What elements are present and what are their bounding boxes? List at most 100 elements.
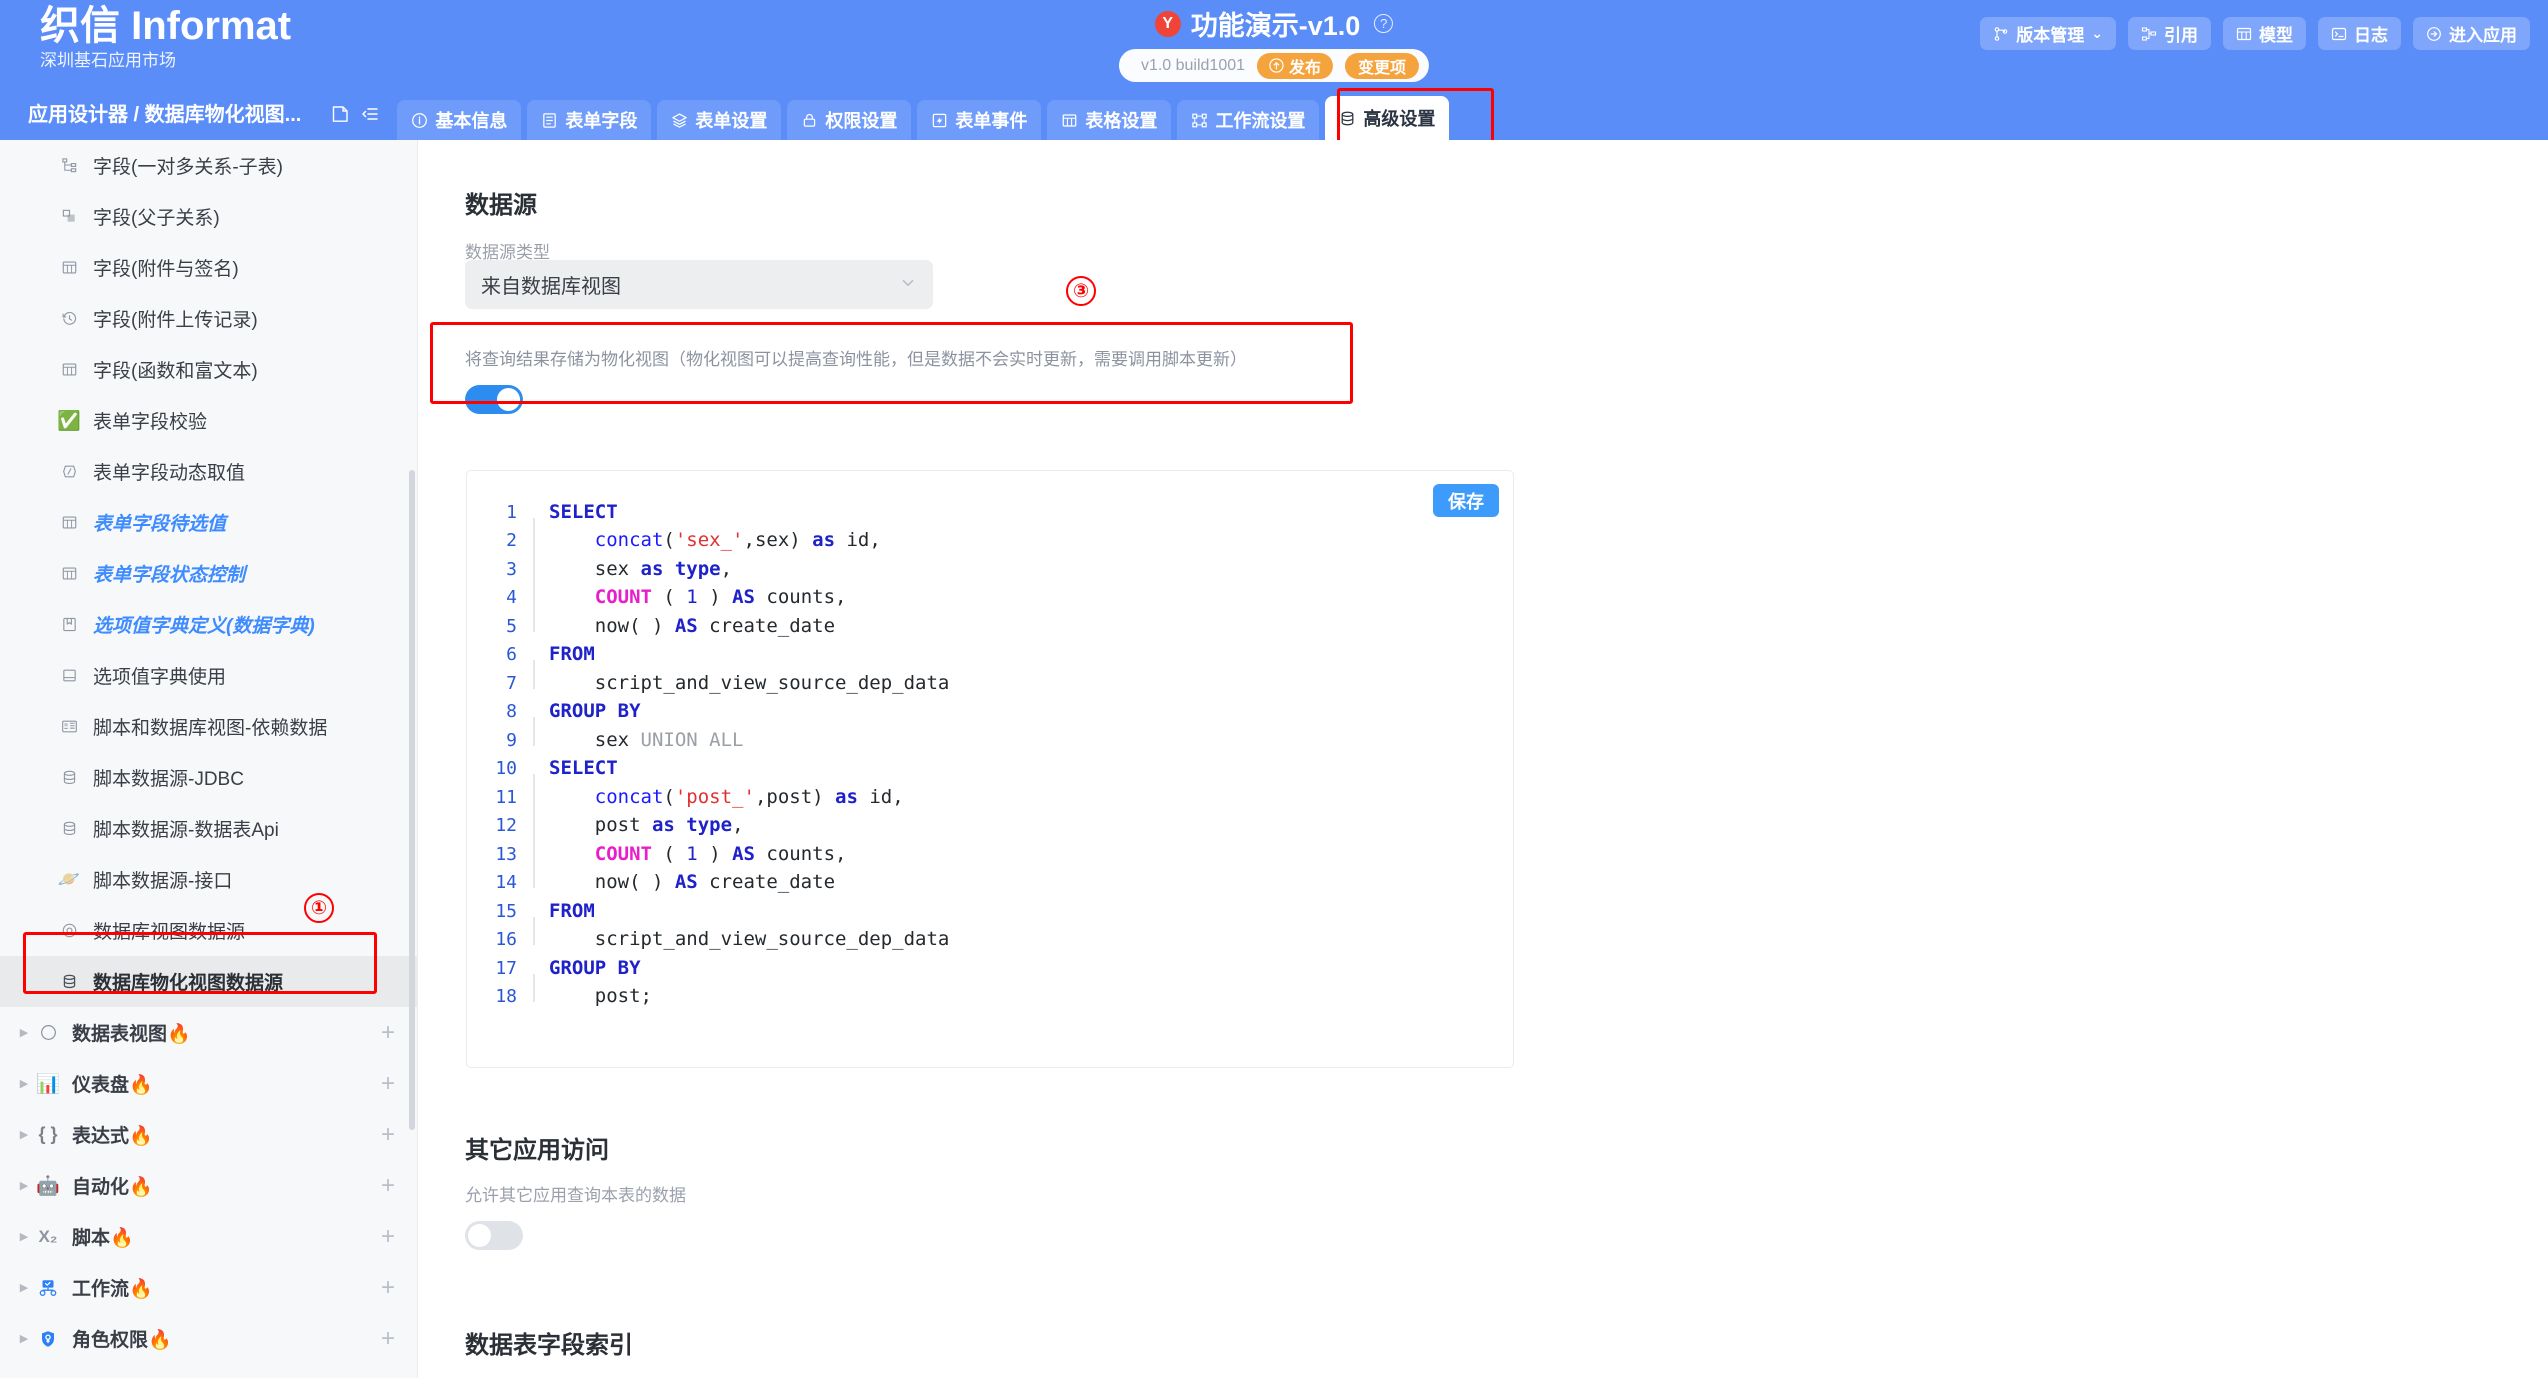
line-number: 11 xyxy=(495,786,517,808)
sidebar-item-form-field-candidate-value[interactable]: 表单字段待选值 xyxy=(0,497,417,548)
sql-code-line: 2 concat('sex_',sex) as id, xyxy=(467,517,1513,551)
chevron-right-icon[interactable]: ▶ xyxy=(14,1128,34,1141)
other-app-access-toggle[interactable] xyxy=(465,1221,523,1250)
chevron-right-icon[interactable]: ▶ xyxy=(14,1332,34,1345)
sidebar-item-form-field-validation[interactable]: ✅ 表单字段校验 xyxy=(0,395,417,446)
sidebar-group-role-permission[interactable]: ▶ 角色权限🔥 + xyxy=(0,1313,417,1364)
question-circle-icon[interactable]: ? xyxy=(1374,14,1394,33)
tab-label: 表单事件 xyxy=(955,111,1028,131)
add-icon[interactable]: + xyxy=(381,1223,395,1251)
lock-icon xyxy=(804,113,816,127)
tab-form-events[interactable]: 表单事件 xyxy=(917,100,1042,140)
publish-button[interactable]: 发布 xyxy=(1257,52,1334,79)
shield-icon xyxy=(34,1329,62,1349)
eye-icon xyxy=(34,1023,62,1042)
sidebar-group-label: 工作流🔥 xyxy=(72,1279,153,1300)
chevron-down-icon: ⌄ xyxy=(2091,25,2103,41)
add-icon[interactable]: + xyxy=(381,1070,395,1098)
breadcrumb[interactable]: 应用设计器 / 数据库物化视图... xyxy=(0,98,301,140)
add-icon[interactable]: + xyxy=(381,1325,395,1353)
change-items-button[interactable]: 变更项 xyxy=(1345,52,1420,79)
table-icon xyxy=(56,259,82,276)
chevron-right-icon[interactable]: ▶ xyxy=(14,1281,34,1294)
datasource-type-value: 来自数据库视图 xyxy=(481,276,621,298)
sidebar-item-option-dictionary-usage[interactable]: 选项值字典使用 xyxy=(0,650,417,701)
brand-logo[interactable]: 织信 Informat 深圳基石应用市场 xyxy=(40,6,291,69)
line-number: 13 xyxy=(495,843,517,865)
sidebar-item-label: 表单字段状态控制 xyxy=(93,565,246,586)
sidebar-item-form-field-state-control[interactable]: 表单字段状态控制 xyxy=(0,548,417,599)
workflow-icon xyxy=(1192,113,1208,127)
tab-form-settings[interactable]: 表单设置 xyxy=(657,100,782,140)
reference-button[interactable]: 引用 xyxy=(2128,17,2211,50)
tab-advanced-settings[interactable]: 高级设置 xyxy=(1325,96,1450,140)
sql-code-text: script_and_view_source_dep_data xyxy=(549,671,950,694)
chevron-right-icon[interactable]: ▶ xyxy=(14,1179,34,1192)
materialized-view-toggle[interactable] xyxy=(465,385,523,414)
add-icon[interactable]: + xyxy=(381,1274,395,1302)
add-icon[interactable]: + xyxy=(381,1121,395,1149)
add-icon[interactable]: + xyxy=(381,1172,395,1200)
news-icon xyxy=(56,718,82,735)
collapse-sidebar-icon[interactable] xyxy=(355,88,385,140)
chevron-right-icon[interactable]: ▶ xyxy=(14,1077,34,1090)
sidebar-item-form-field-dynamic-value[interactable]: 表单字段动态取值 xyxy=(0,446,417,497)
datasource-type-select[interactable]: 来自数据库视图 xyxy=(465,260,933,309)
log-icon xyxy=(2331,27,2347,40)
parent-child-icon xyxy=(56,208,82,225)
braces-icon: { } xyxy=(38,1124,58,1144)
chevron-right-icon[interactable]: ▶ xyxy=(14,1026,34,1039)
sidebar-group-dashboard[interactable]: ▶ 📊 仪表盘🔥 + xyxy=(0,1058,417,1109)
tab-workflow-settings[interactable]: 工作流设置 xyxy=(1177,100,1320,140)
sql-editor-panel[interactable]: 保存 1 SELECT 2 concat('sex_',sex) as id, 3 s… xyxy=(466,470,1514,1068)
info-circle-icon xyxy=(412,112,428,128)
tab-form-fields[interactable]: 表单字段 xyxy=(527,100,652,140)
chevron-right-icon[interactable]: ▶ xyxy=(14,1230,34,1243)
sidebar-item-script-view-dependency-data[interactable]: 脚本和数据库视图-依赖数据 xyxy=(0,701,417,752)
save-button[interactable]: 保存 xyxy=(1433,484,1499,517)
sidebar-group-automation[interactable]: ▶ 🤖 自动化🔥 + xyxy=(0,1160,417,1211)
branch-icon xyxy=(1994,26,2008,41)
table-icon xyxy=(56,514,82,531)
tab-table-settings[interactable]: 表格设置 xyxy=(1047,100,1172,140)
sidebar-group-label: 脚本🔥 xyxy=(72,1228,134,1249)
sql-code-text: GROUP BY xyxy=(549,700,641,722)
tab-permission-settings[interactable]: 权限设置 xyxy=(787,100,912,140)
model-button[interactable]: 模型 xyxy=(2223,17,2306,50)
log-label: 日志 xyxy=(2354,26,2388,45)
sidebar-group-table-view[interactable]: ▶ 数据表视图🔥 + xyxy=(0,1007,417,1058)
chart-icon: 📊 xyxy=(36,1073,60,1095)
sidebar-item-option-dictionary-definition[interactable]: 选项值字典定义(数据字典) xyxy=(0,599,417,650)
reference-icon xyxy=(2141,26,2157,41)
build-text: v1.0 build1001 xyxy=(1140,56,1246,74)
sidebar-group-api[interactable]: ▶ API + xyxy=(0,1364,417,1378)
line-number: 14 xyxy=(495,872,517,893)
sidebar-scrollbar[interactable] xyxy=(409,470,415,1130)
sql-code-text: SELECT xyxy=(549,757,618,779)
enter-app-button[interactable]: 进入应用 xyxy=(2413,17,2530,50)
line-number: 9 xyxy=(506,729,517,751)
app-title: 功能演示-v1.0 xyxy=(1190,11,1361,41)
sidebar-item-db-materialized-view-datasource[interactable]: 数据库物化视图数据源 xyxy=(0,956,417,1007)
sidebar-item-field-attachment-signature[interactable]: 字段(附件与签名) xyxy=(0,242,417,293)
sidebar-item-db-view-datasource[interactable]: 数据库视图数据源 xyxy=(0,905,417,956)
check-green-icon: ✅ xyxy=(57,410,81,432)
sidebar-item-script-datasource-table-api[interactable]: 脚本数据源-数据表Api xyxy=(0,803,417,854)
log-button[interactable]: 日志 xyxy=(2318,17,2401,50)
brand-subtitle: 深圳基石应用市场 xyxy=(40,51,176,70)
app-avatar: Y xyxy=(1154,10,1181,37)
version-manage-button[interactable]: 版本管理 ⌄ xyxy=(1980,17,2116,50)
sidebar-item-field-function-richtext[interactable]: 字段(函数和富文本) xyxy=(0,344,417,395)
sidebar-item-field-one-to-many[interactable]: 字段(一对多关系-子表) xyxy=(0,140,417,191)
sidebar-group-expression[interactable]: ▶ { } 表达式🔥 + xyxy=(0,1109,417,1160)
sidebar-item-script-datasource-jdbc[interactable]: 脚本数据源-JDBC xyxy=(0,752,417,803)
sidebar-group-script[interactable]: ▶ X₂ 脚本🔥 + xyxy=(0,1211,417,1262)
sidebar-item-script-datasource-interface[interactable]: 🪐 脚本数据源-接口 xyxy=(0,854,417,905)
sidebar-group-workflow[interactable]: ▶ 工作流🔥 + xyxy=(0,1262,417,1313)
sidebar-item-field-parent-child[interactable]: 字段(父子关系) xyxy=(0,191,417,242)
note-icon[interactable] xyxy=(325,88,355,140)
tab-basic-info[interactable]: 基本信息 xyxy=(397,100,522,140)
add-icon[interactable]: + xyxy=(381,1019,395,1047)
sidebar-item-field-upload-history[interactable]: 字段(附件上传记录) xyxy=(0,293,417,344)
database-icon xyxy=(56,769,82,786)
